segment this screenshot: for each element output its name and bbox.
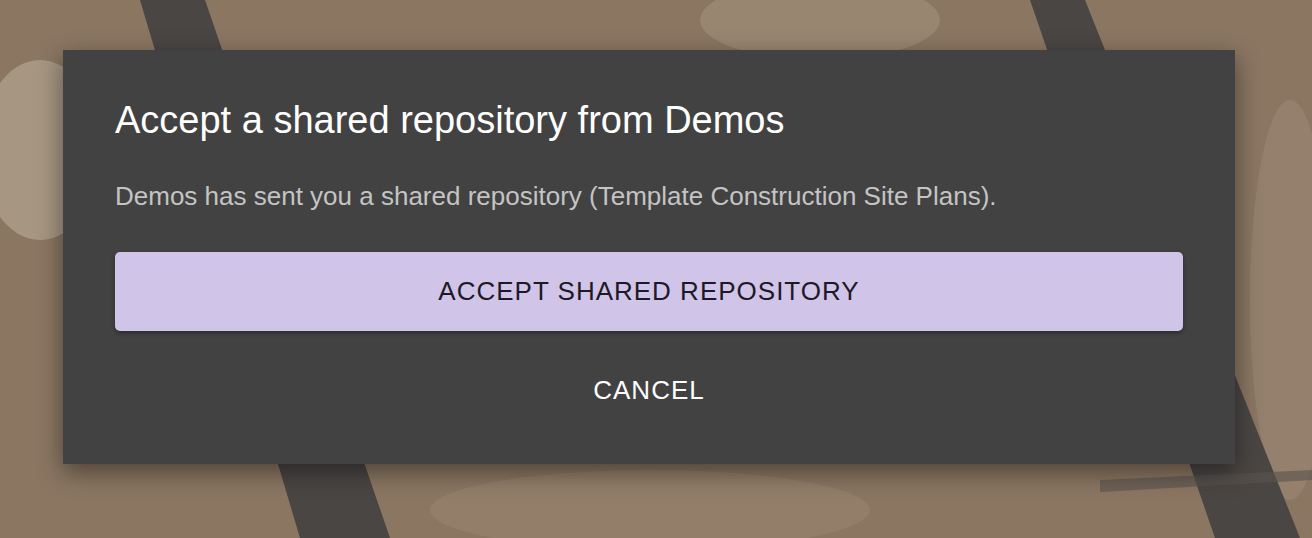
share-dialog: Accept a shared repository from Demos Dem… bbox=[63, 50, 1235, 464]
dialog-message: Demos has sent you a shared repository (… bbox=[115, 180, 1183, 214]
dialog-actions: ACCEPT SHARED REPOSITORY CANCEL bbox=[115, 252, 1183, 415]
dialog-title: Accept a shared repository from Demos bbox=[115, 98, 1183, 144]
page: Accept a shared repository from Demos Dem… bbox=[0, 0, 1312, 538]
accept-button[interactable]: ACCEPT SHARED REPOSITORY bbox=[115, 252, 1183, 331]
cancel-button[interactable]: CANCEL bbox=[115, 365, 1183, 415]
